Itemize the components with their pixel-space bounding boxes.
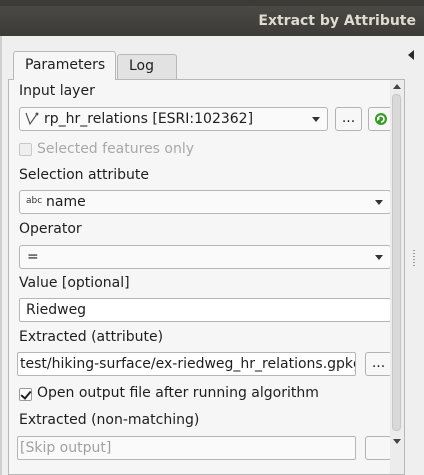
scroll-down-icon[interactable] xyxy=(393,439,401,444)
dialog-titlebar[interactable]: Extract by Attribute xyxy=(0,6,424,36)
scrollbar-thumb[interactable] xyxy=(392,94,401,431)
extracted-output-path-input[interactable]: test/hiking-surface/ex-riedweg_hr_relati… xyxy=(17,352,356,376)
non-matching-output-input[interactable]: [Skip output] xyxy=(17,436,356,460)
splitter-grip-icon[interactable] xyxy=(413,250,415,268)
extracted-output-path-text: test/hiking-surface/ex-riedweg_hr_relati… xyxy=(20,356,356,372)
chevron-down-icon xyxy=(312,117,320,122)
iterate-refresh-icon xyxy=(373,111,389,133)
chevron-down-icon xyxy=(375,200,383,205)
value-input[interactable]: Riedweg xyxy=(19,298,391,322)
open-output-checkbox[interactable] xyxy=(19,388,32,401)
input-layer-browse-button[interactable]: ... xyxy=(335,107,362,131)
operator-label: Operator xyxy=(19,221,82,237)
collapse-arrow-icon[interactable] xyxy=(408,50,414,60)
tab-parameters[interactable]: Parameters xyxy=(13,51,116,80)
selection-attribute-value: name xyxy=(46,194,86,210)
non-matching-placeholder: [Skip output] xyxy=(20,440,112,456)
input-layer-value: rp_hr_relations [ESRI:102362] xyxy=(44,111,254,127)
open-output-label: Open output file after running algorithm xyxy=(37,385,319,401)
vertical-scrollbar[interactable] xyxy=(390,80,404,474)
chevron-down-icon xyxy=(375,255,383,260)
non-matching-label: Extracted (non-matching) xyxy=(19,412,200,428)
dialog-title: Extract by Attribute xyxy=(258,13,416,29)
non-matching-options-button[interactable] xyxy=(365,436,392,460)
operator-value: = xyxy=(27,249,39,265)
parameters-panel: Input layer rp_hr_relations [ESRI:102362… xyxy=(8,79,405,475)
checkmark-icon xyxy=(20,388,32,400)
extracted-attribute-label: Extracted (attribute) xyxy=(19,329,164,345)
selected-features-only-checkbox[interactable] xyxy=(19,143,32,156)
tab-log[interactable]: Log xyxy=(117,54,177,79)
value-input-text: Riedweg xyxy=(26,302,87,318)
scroll-up-icon[interactable] xyxy=(393,84,401,89)
text-field-type-icon: abc xyxy=(26,196,43,206)
tab-parameters-label: Parameters xyxy=(25,57,106,73)
selection-attribute-combo[interactable]: abc name xyxy=(19,190,391,214)
input-layer-label: Input layer xyxy=(19,83,95,99)
selected-features-only-label: Selected features only xyxy=(37,141,195,157)
left-edge xyxy=(0,36,2,475)
extracted-output-browse-button[interactable]: ... xyxy=(365,352,392,376)
input-layer-combo[interactable]: rp_hr_relations [ESRI:102362] xyxy=(19,107,328,131)
tab-log-label: Log xyxy=(129,58,155,74)
selection-attribute-label: Selection attribute xyxy=(19,167,150,183)
value-label: Value [optional] xyxy=(19,275,130,291)
line-layer-icon xyxy=(24,111,40,131)
operator-combo[interactable]: = xyxy=(19,245,391,269)
